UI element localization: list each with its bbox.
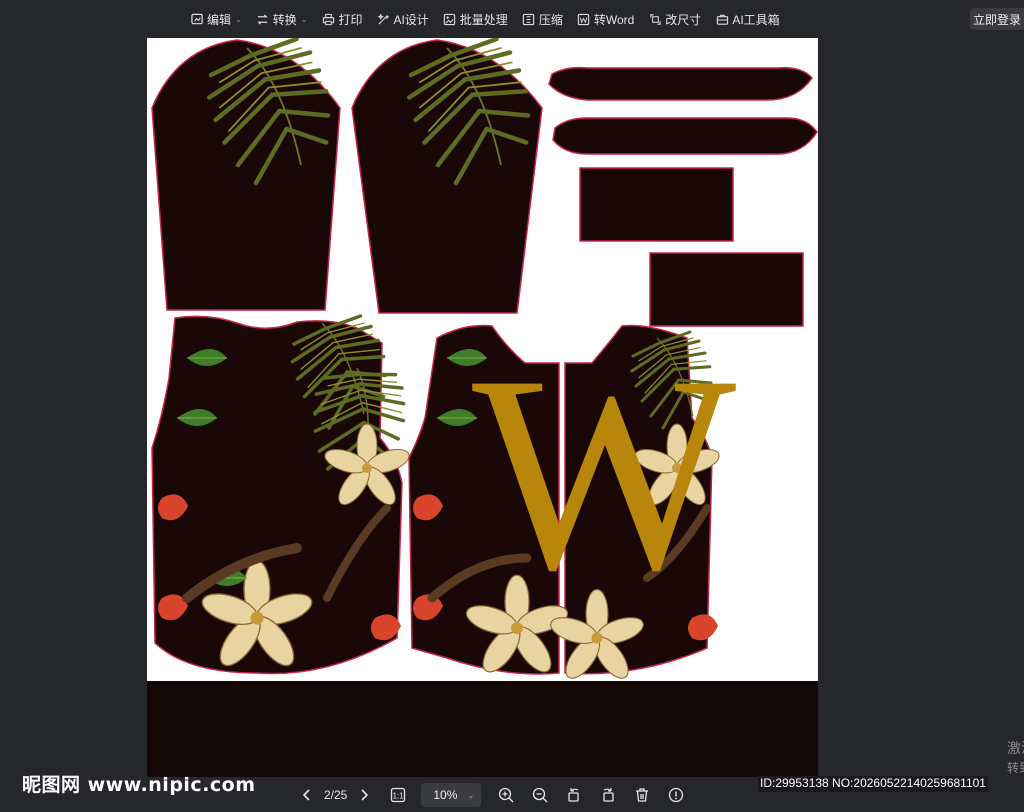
zoom-select[interactable]: 10% ⌄ [421, 783, 482, 807]
zoom-out-icon [533, 787, 548, 803]
canvas-bottom-band [147, 681, 818, 777]
ai-design-button[interactable]: AI设计 [376, 11, 429, 28]
chevron-down-icon: ⌄ [467, 790, 475, 800]
rotate-right-button[interactable] [597, 784, 619, 806]
compress-button[interactable]: 压缩 [522, 11, 563, 28]
rotate-left-button[interactable] [563, 784, 585, 806]
zoom-out-button[interactable] [529, 784, 551, 806]
compress-icon [522, 12, 536, 26]
chevron-right-icon [361, 789, 369, 801]
convert-menu-label: 转换 [272, 12, 297, 27]
edit-icon [190, 12, 204, 26]
to-word-label: 转Word [593, 12, 635, 27]
chevron-down-icon: ⌄ [300, 14, 308, 24]
chevron-left-icon [302, 789, 310, 801]
activate-windows-watermark: 激活 转到 [1007, 738, 1024, 778]
resize-label: 改尺寸 [665, 12, 702, 27]
side-text-line2: 转到 [1007, 761, 1024, 775]
trash-icon [636, 788, 649, 802]
ai-design-label: AI设计 [393, 12, 429, 27]
info-button[interactable] [665, 784, 687, 806]
convert-icon [256, 12, 270, 26]
edit-menu-label: 编辑 [207, 12, 232, 27]
ai-toolbox-label: AI工具箱 [732, 12, 780, 27]
nipic-logo: 昵图网 www.nipic.com [22, 774, 256, 796]
info-icon [669, 787, 684, 803]
ai-toolbox-button[interactable]: AI工具箱 [715, 11, 780, 28]
ai-toolbox-icon [715, 12, 729, 26]
view-tools [495, 784, 687, 806]
prev-page-button[interactable] [298, 784, 316, 806]
page-indicator: 2/25 [324, 788, 348, 802]
delete-button[interactable] [631, 784, 653, 806]
to-word-button[interactable]: 转Word [577, 11, 634, 28]
image-id-label: ID:29953138 NO:20260522140259681101 [758, 776, 988, 792]
login-button[interactable]: 立即登录 [970, 8, 1024, 30]
ai-design-icon [376, 12, 390, 26]
print-button[interactable]: 打印 [321, 11, 362, 28]
zoom-in-icon [499, 787, 514, 803]
bottom-controls: 2/25 1:1 10% ⌄ [298, 783, 687, 807]
convert-menu[interactable]: 转换 ⌄ [256, 11, 308, 28]
side-text-line1: 激活 [1007, 740, 1024, 756]
rotate-left-icon [568, 788, 580, 802]
design-letter: W [472, 317, 737, 628]
resize-button[interactable]: 改尺寸 [648, 11, 701, 28]
compress-label: 压缩 [538, 12, 563, 27]
actual-size-button[interactable]: 1:1 [389, 784, 407, 806]
actual-size-icon: 1:1 [391, 787, 406, 803]
rotate-right-icon [603, 788, 615, 802]
zoom-in-button[interactable] [495, 784, 517, 806]
toolbar-items: 编辑 ⌄ 转换 ⌄ 打印 AI设计 批量处理 压缩 转Word 改尺寸 AI工具… [190, 8, 794, 30]
next-page-button[interactable] [355, 784, 373, 806]
batch-label: 批量处理 [459, 12, 508, 27]
resize-icon [648, 12, 662, 26]
svg-text:1:1: 1:1 [393, 792, 405, 801]
zoom-value: 10% [433, 788, 458, 802]
top-toolbar: 编辑 ⌄ 转换 ⌄ 打印 AI设计 批量处理 压缩 转Word 改尺寸 AI工具… [0, 0, 1024, 38]
print-label: 打印 [338, 12, 363, 27]
print-icon [321, 12, 335, 26]
image-canvas: W [147, 38, 818, 681]
edit-menu[interactable]: 编辑 ⌄ [190, 11, 242, 28]
batch-icon [443, 12, 457, 26]
word-icon [577, 12, 591, 26]
batch-button[interactable]: 批量处理 [443, 11, 508, 28]
chevron-down-icon: ⌄ [235, 14, 242, 24]
